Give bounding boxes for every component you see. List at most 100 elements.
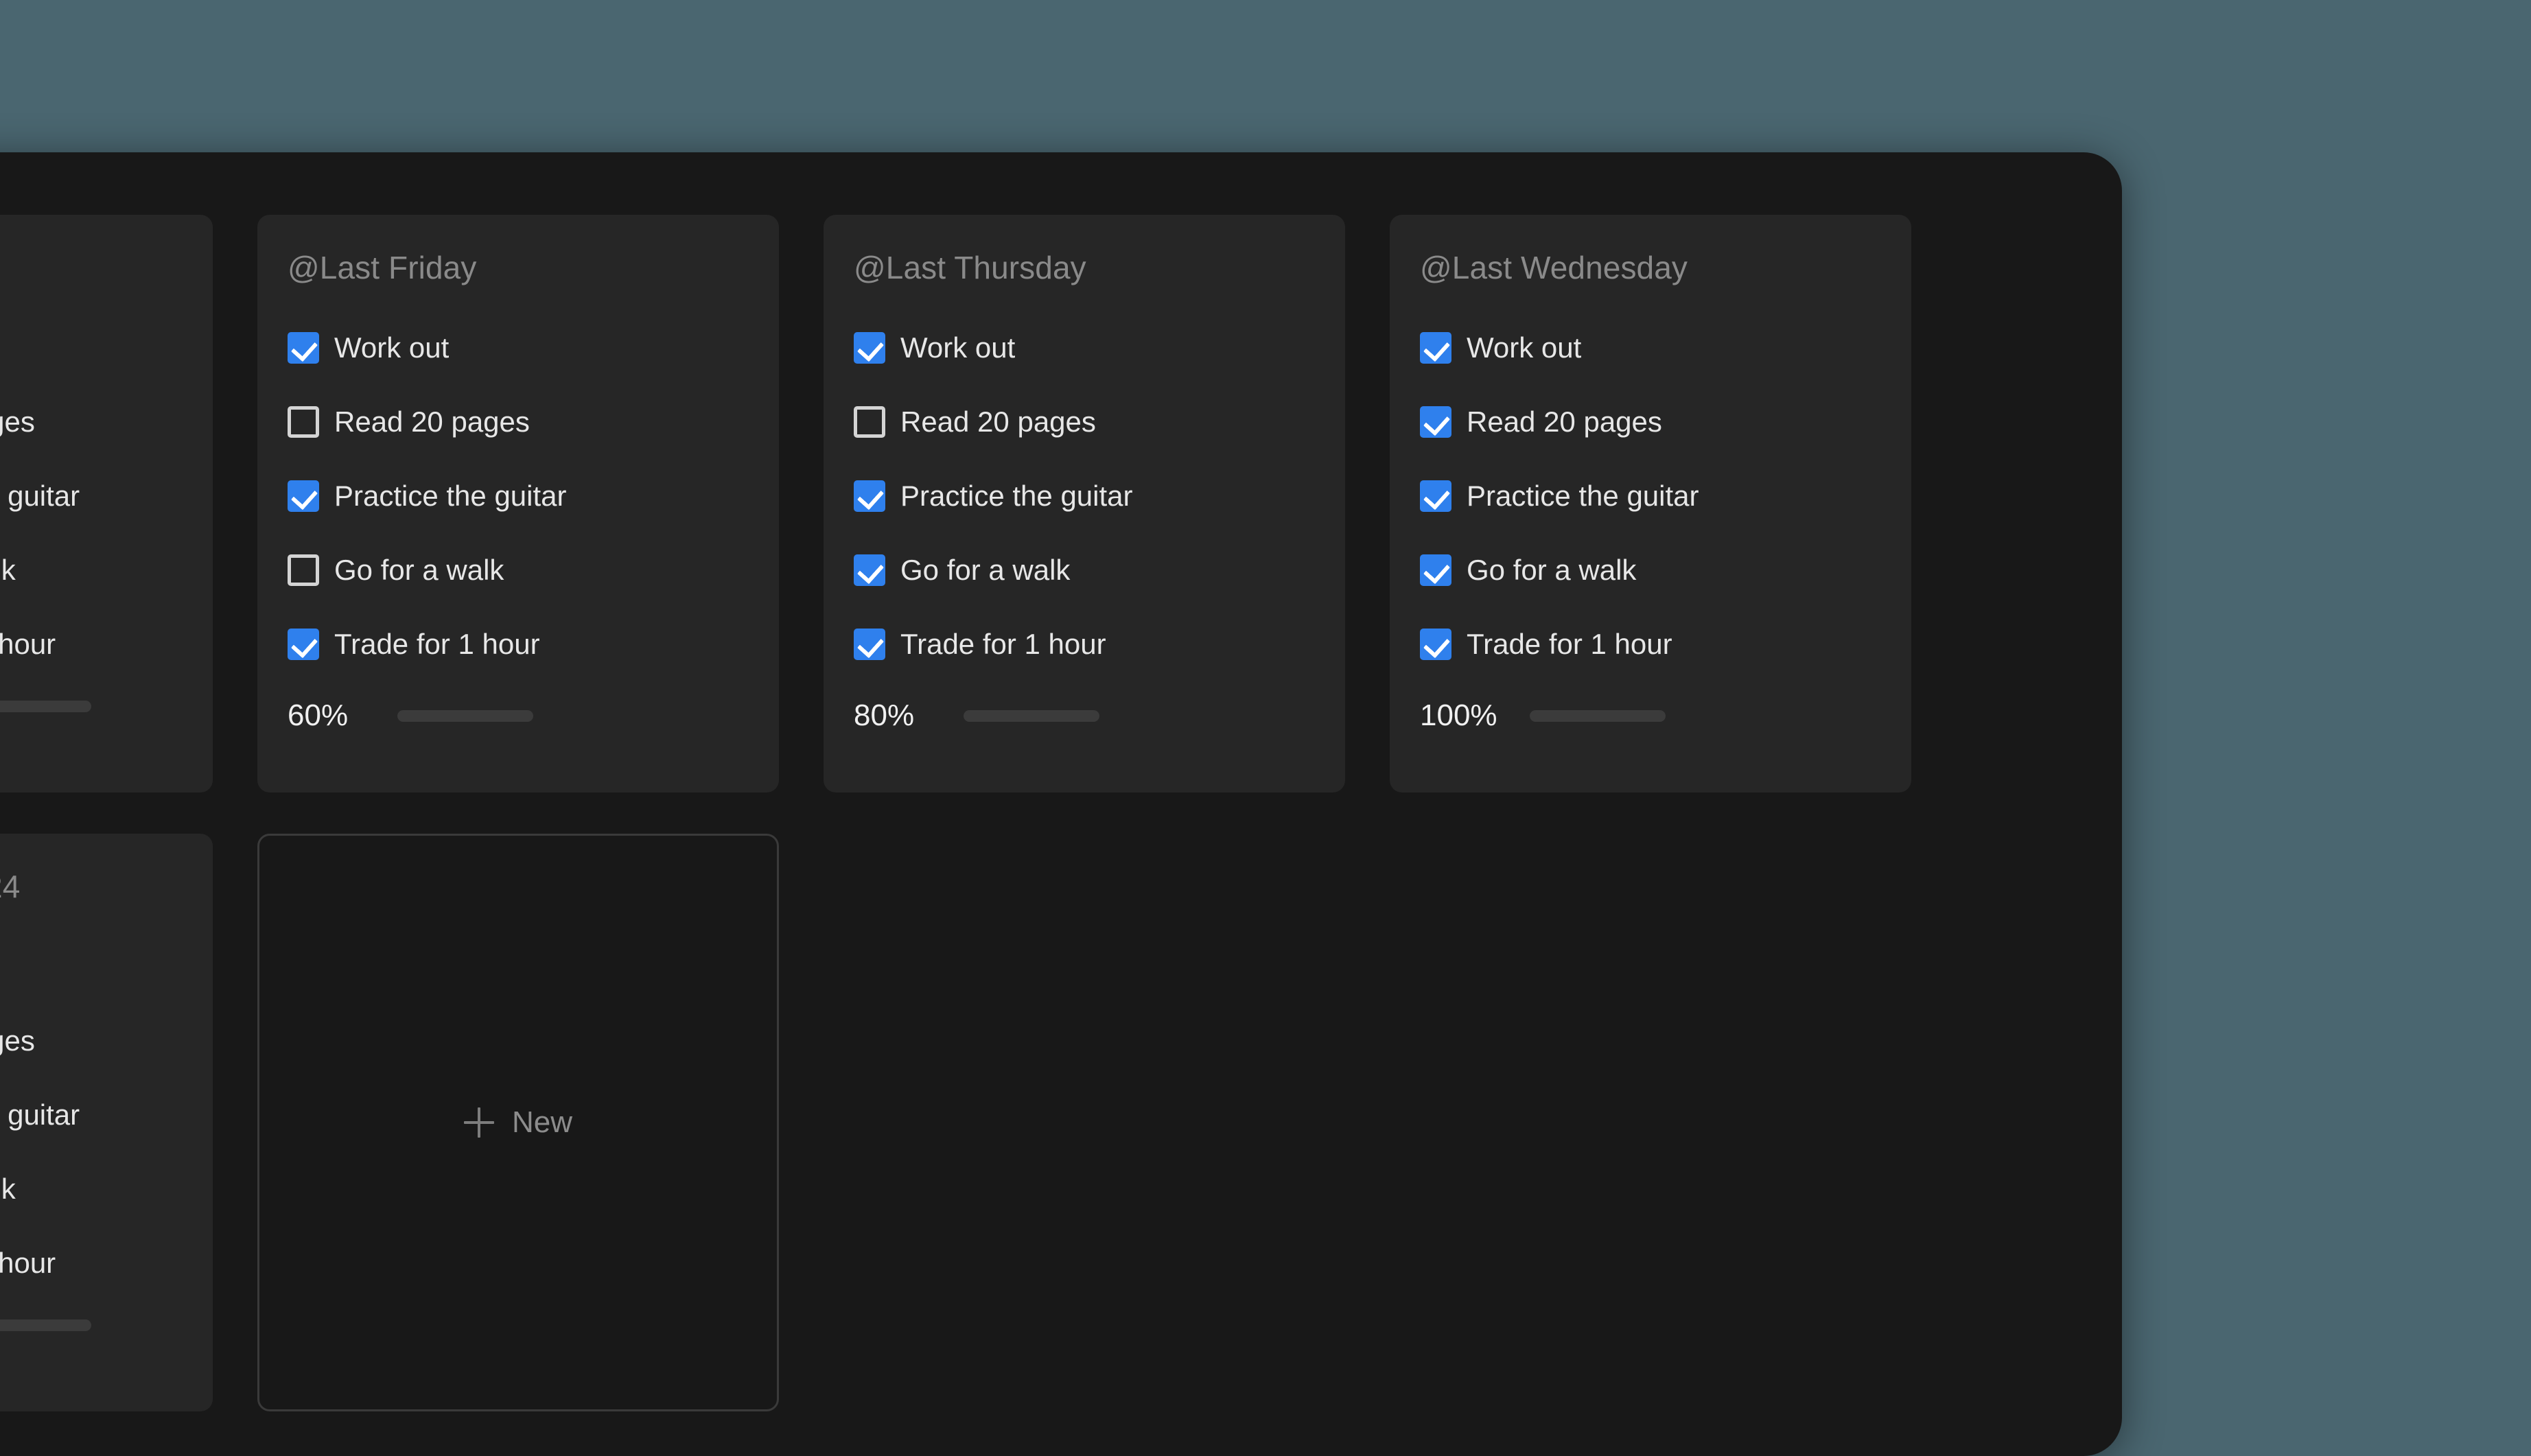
checkbox-checked-icon[interactable]: [854, 629, 885, 660]
todo-item[interactable]: Go for a walk: [288, 533, 749, 607]
todo-label: ctice the guitar: [0, 482, 80, 510]
checkbox-checked-icon[interactable]: [1420, 629, 1451, 660]
habit-card-last-friday[interactable]: @Last Friday Work out Read 20 pages P: [257, 215, 779, 792]
app-window: Saturday k out d 20 pages ctice the g: [0, 152, 2122, 1456]
checkbox-checked-icon[interactable]: [288, 629, 319, 660]
card-title: @Last Thursday: [854, 252, 1315, 283]
todo-item[interactable]: for a walk: [0, 1152, 183, 1226]
todo-item[interactable]: d 20 pages: [0, 1004, 183, 1078]
todo-item[interactable]: Go for a walk: [854, 533, 1315, 607]
todo-item[interactable]: Trade for 1 hour: [288, 607, 749, 681]
progress-percent-label: 80%: [854, 701, 935, 731]
checkbox-checked-icon[interactable]: [1420, 480, 1451, 512]
todo-label: de for 1 hour: [0, 630, 56, 659]
todo-label: ctice the guitar: [0, 1101, 80, 1129]
card-title: @Last Wednesday: [1420, 252, 1881, 283]
progress-row: 80%: [854, 701, 1315, 731]
todo-item[interactable]: d 20 pages: [0, 385, 183, 459]
todo-label: Practice the guitar: [334, 482, 567, 510]
new-card-label: New: [512, 1107, 572, 1138]
new-card-button[interactable]: New: [257, 834, 779, 1411]
todo-item[interactable]: ctice the guitar: [0, 1078, 183, 1152]
plus-icon: [464, 1107, 494, 1138]
todo-label: d 20 pages: [0, 408, 35, 436]
card-title: ust 19, 2024: [0, 871, 183, 902]
checkbox-checked-icon[interactable]: [288, 332, 319, 364]
board-row-1: Saturday k out d 20 pages ctice the g: [0, 215, 2064, 792]
habit-card-last-wednesday[interactable]: @Last Wednesday Work out Read 20 pages: [1390, 215, 1911, 792]
checkbox-checked-icon[interactable]: [854, 554, 885, 586]
todo-label: for a walk: [0, 1175, 16, 1203]
todo-item[interactable]: k out: [0, 311, 183, 385]
todo-label: Go for a walk: [1467, 556, 1636, 585]
todo-list: Work out Read 20 pages Practice the guit…: [1420, 311, 1881, 681]
habit-board: Saturday k out d 20 pages ctice the g: [0, 152, 2122, 1456]
todo-label: Read 20 pages: [900, 408, 1096, 436]
todo-item[interactable]: de for 1 hour: [0, 1226, 183, 1300]
progress-bar: [1530, 710, 1666, 722]
todo-item[interactable]: for a walk: [0, 533, 183, 607]
progress-row: 100%: [1420, 701, 1881, 731]
todo-item[interactable]: Read 20 pages: [1420, 385, 1881, 459]
checkbox-checked-icon[interactable]: [854, 480, 885, 512]
todo-label: for a walk: [0, 556, 16, 585]
todo-item[interactable]: Work out: [1420, 311, 1881, 385]
todo-list: k out d 20 pages ctice the guitar f: [0, 930, 183, 1300]
progress-percent-label: 60%: [288, 701, 369, 731]
progress-percent-label: 100%: [1420, 701, 1501, 731]
card-title: Saturday: [0, 252, 183, 283]
todo-item[interactable]: Practice the guitar: [1420, 459, 1881, 533]
checkbox-unchecked-icon[interactable]: [288, 554, 319, 586]
todo-label: Practice the guitar: [1467, 482, 1699, 510]
todo-label: de for 1 hour: [0, 1249, 56, 1278]
todo-label: Read 20 pages: [1467, 408, 1662, 436]
habit-card-august-19-2024[interactable]: ust 19, 2024 k out d 20 pages ctice t: [0, 834, 213, 1411]
progress-bar: [964, 710, 1099, 722]
checkbox-unchecked-icon[interactable]: [854, 406, 885, 438]
progress-row: 60%: [288, 701, 749, 731]
new-card-inner: New: [464, 1107, 572, 1138]
checkbox-checked-icon[interactable]: [1420, 406, 1451, 438]
checkbox-checked-icon[interactable]: [854, 332, 885, 364]
card-title: @Last Friday: [288, 252, 749, 283]
screen: Saturday k out d 20 pages ctice the g: [0, 0, 2531, 1408]
checkbox-checked-icon[interactable]: [1420, 332, 1451, 364]
todo-item[interactable]: Trade for 1 hour: [854, 607, 1315, 681]
todo-item[interactable]: Practice the guitar: [288, 459, 749, 533]
todo-list: Work out Read 20 pages Practice the guit…: [288, 311, 749, 681]
habit-card-last-thursday[interactable]: @Last Thursday Work out Read 20 pages: [824, 215, 1345, 792]
todo-list: k out d 20 pages ctice the guitar f: [0, 311, 183, 681]
progress-bar: [0, 1319, 91, 1331]
checkbox-checked-icon[interactable]: [1420, 554, 1451, 586]
todo-item[interactable]: de for 1 hour: [0, 607, 183, 681]
todo-label: Work out: [900, 333, 1015, 362]
todo-label: Go for a walk: [334, 556, 504, 585]
todo-item[interactable]: Practice the guitar: [854, 459, 1315, 533]
todo-label: Work out: [334, 333, 449, 362]
todo-item[interactable]: ctice the guitar: [0, 459, 183, 533]
progress-bar: [397, 710, 533, 722]
todo-label: Trade for 1 hour: [334, 630, 540, 659]
todo-label: Trade for 1 hour: [900, 630, 1106, 659]
todo-item[interactable]: Go for a walk: [1420, 533, 1881, 607]
board-row-2: ust 19, 2024 k out d 20 pages ctice t: [0, 834, 2064, 1411]
todo-list: Work out Read 20 pages Practice the guit…: [854, 311, 1315, 681]
todo-label: Trade for 1 hour: [1467, 630, 1672, 659]
progress-bar: [0, 701, 91, 712]
todo-item[interactable]: Work out: [288, 311, 749, 385]
progress-row: [0, 1319, 183, 1331]
checkbox-unchecked-icon[interactable]: [288, 406, 319, 438]
todo-item[interactable]: Read 20 pages: [854, 385, 1315, 459]
checkbox-checked-icon[interactable]: [288, 480, 319, 512]
progress-row: [0, 701, 183, 712]
todo-item[interactable]: Trade for 1 hour: [1420, 607, 1881, 681]
todo-item[interactable]: Work out: [854, 311, 1315, 385]
todo-label: Go for a walk: [900, 556, 1070, 585]
habit-card-saturday[interactable]: Saturday k out d 20 pages ctice the g: [0, 215, 213, 792]
todo-item[interactable]: Read 20 pages: [288, 385, 749, 459]
todo-label: Work out: [1467, 333, 1581, 362]
todo-label: d 20 pages: [0, 1026, 35, 1055]
todo-label: Read 20 pages: [334, 408, 530, 436]
todo-label: Practice the guitar: [900, 482, 1133, 510]
todo-item[interactable]: k out: [0, 930, 183, 1004]
